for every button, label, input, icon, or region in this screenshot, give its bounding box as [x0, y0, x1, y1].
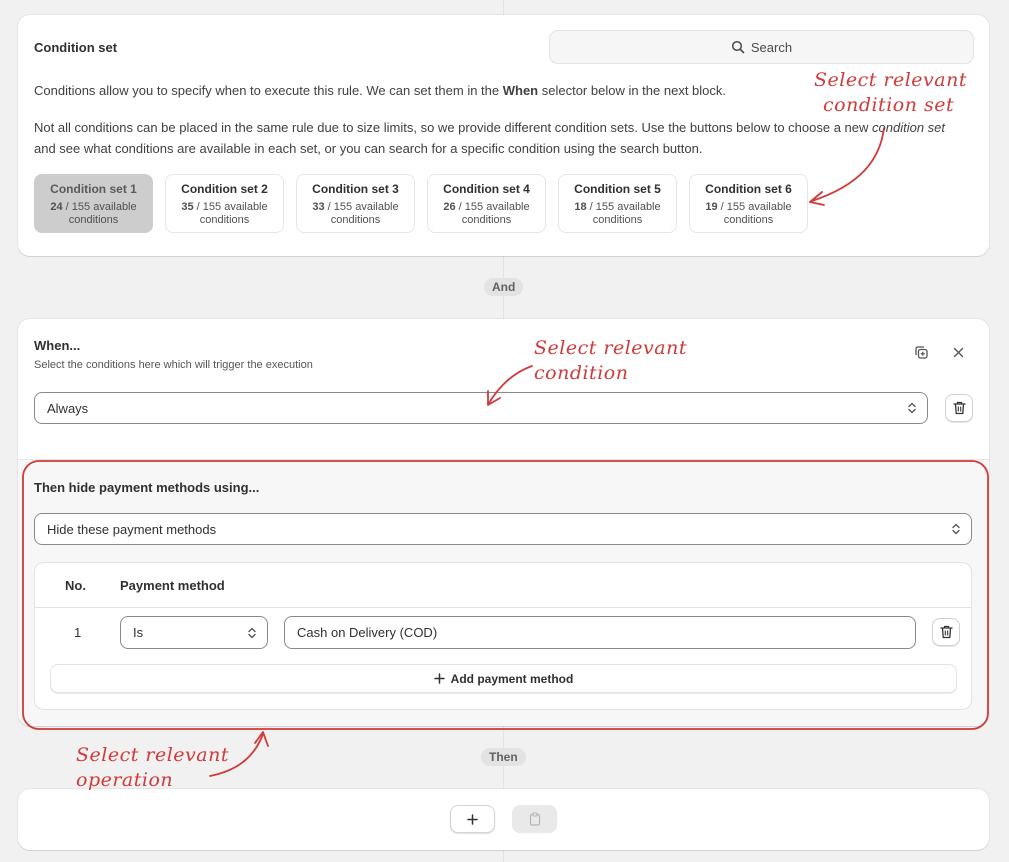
condition-set-5-button[interactable]: Condition set 5 18 / 155 available condi… [558, 174, 677, 233]
description-when: When [502, 83, 539, 98]
help-text: Not all conditions can be placed in the … [34, 120, 873, 135]
count-unit: conditions [723, 214, 774, 226]
then-section: Then hide payment methods using... Hide … [18, 459, 989, 726]
trash-icon [939, 625, 953, 639]
condition-set-count: 26 / 155 available [428, 201, 545, 214]
condition-set-name: Condition set 5 [574, 182, 661, 196]
condition-set-1-button[interactable]: Condition set 1 24 / 155 available condi… [34, 174, 153, 233]
column-header-payment-method: Payment method [120, 578, 225, 593]
annotation-line: Select relevant [76, 744, 229, 766]
chevron-updown-icon [248, 627, 256, 638]
condition-set-name: Condition set 2 [181, 182, 268, 196]
condition-select-value: Always [47, 400, 89, 416]
condition-set-name: Condition set 1 [50, 182, 137, 196]
condition-set-name: Condition set 3 [312, 182, 399, 196]
search-button[interactable]: Search [549, 30, 974, 64]
then-title: Then hide payment methods using... [34, 480, 260, 495]
count-unit: conditions [592, 214, 643, 226]
annotation-line: condition [534, 362, 629, 384]
chevron-updown-icon [952, 523, 960, 535]
delete-row-button[interactable] [932, 618, 960, 646]
annotation-line: operation [76, 769, 174, 791]
operation-select-value: Hide these payment methods [47, 521, 217, 537]
condition-set-card: Condition set Search Conditions allow yo… [18, 15, 989, 256]
help-emphasis: condition set [872, 120, 946, 135]
delete-condition-button[interactable] [945, 394, 973, 422]
description-text: Conditions allow you to specify when to … [34, 83, 503, 98]
duplicate-icon [915, 346, 928, 359]
condition-select[interactable]: Always [34, 392, 928, 424]
count-unit: conditions [330, 214, 381, 226]
count-total: / 155 available [193, 201, 268, 213]
plus-icon [467, 813, 478, 825]
search-icon [731, 40, 745, 54]
add-payment-method-button[interactable]: Add payment method [50, 664, 957, 693]
condition-set-4-button[interactable]: Condition set 4 26 / 155 available condi… [427, 174, 546, 233]
condition-set-name: Condition set 4 [443, 182, 530, 196]
chevron-updown-icon [908, 402, 916, 414]
and-connector-badge: And [484, 278, 524, 296]
count-number: 19 [705, 201, 718, 213]
table-divider [35, 607, 971, 608]
count-number: 33 [312, 201, 325, 213]
annotation-operation: Select relevant operation [76, 743, 229, 793]
payment-method-input[interactable]: Cash on Delivery (COD) [284, 616, 916, 649]
count-total: / 155 available [62, 201, 137, 213]
condition-set-buttons: Condition set 1 24 / 155 available condi… [34, 174, 820, 233]
condition-set-count: 33 / 155 available [297, 201, 414, 214]
help-text-end: and see what conditions are available in… [34, 141, 703, 156]
when-card: When... Select the conditions here which… [18, 319, 989, 726]
count-unit: conditions [68, 214, 119, 226]
paste-block-button[interactable] [512, 805, 557, 833]
row-number: 1 [74, 625, 82, 640]
condition-set-count: 35 / 155 available [166, 201, 283, 214]
condition-set-3-button[interactable]: Condition set 3 33 / 155 available condi… [296, 174, 415, 233]
search-label: Search [750, 39, 793, 55]
condition-set-2-button[interactable]: Condition set 2 35 / 155 available condi… [165, 174, 284, 233]
count-number: 26 [443, 201, 456, 213]
condition-set-title: Condition set [34, 40, 118, 55]
count-total: / 155 available [455, 201, 530, 213]
plus-icon [433, 673, 445, 684]
condition-set-count: 18 / 155 available [559, 201, 676, 214]
annotation-line: Select relevant [814, 69, 967, 91]
annotation-condition: Select relevant condition [534, 336, 687, 386]
annotation-line: Select relevant [534, 337, 687, 359]
annotation-line: condition set [823, 94, 955, 116]
count-unit: conditions [461, 214, 512, 226]
arrowhead [254, 731, 269, 747]
add-block-card [18, 789, 989, 850]
condition-set-name: Condition set 6 [705, 182, 792, 196]
add-payment-method-label: Add payment method [450, 671, 574, 686]
condition-set-6-button[interactable]: Condition set 6 19 / 155 available condi… [689, 174, 808, 233]
add-block-button[interactable] [450, 805, 495, 833]
description-text-end: selector below in the next block. [538, 83, 727, 98]
when-subtitle: Select the conditions here which will tr… [34, 359, 313, 371]
close-button[interactable] [953, 347, 964, 358]
annotation-condition-set: Select relevant condition set [814, 68, 967, 118]
condition-set-help: Not all conditions can be placed in the … [34, 117, 964, 159]
count-total: / 155 available [717, 201, 792, 213]
count-number: 24 [50, 201, 63, 213]
count-total: / 155 available [586, 201, 661, 213]
payment-method-table: No. Payment method 1 Is Cash on Delivery… [34, 562, 972, 710]
then-connector-badge: Then [481, 748, 526, 766]
operator-select-value: Is [133, 625, 144, 640]
operator-select[interactable]: Is [120, 616, 268, 649]
count-number: 35 [181, 201, 194, 213]
condition-set-count: 24 / 155 available [35, 201, 152, 214]
count-total: / 155 available [324, 201, 399, 213]
count-unit: conditions [199, 214, 250, 226]
count-number: 18 [574, 201, 587, 213]
when-title: When... [34, 338, 81, 353]
operation-select[interactable]: Hide these payment methods [34, 513, 972, 545]
duplicate-button[interactable] [914, 345, 929, 360]
close-icon [953, 347, 964, 358]
trash-icon [952, 401, 966, 415]
column-header-no: No. [65, 578, 86, 593]
condition-set-count: 19 / 155 available [690, 201, 807, 214]
clipboard-icon [529, 812, 540, 826]
